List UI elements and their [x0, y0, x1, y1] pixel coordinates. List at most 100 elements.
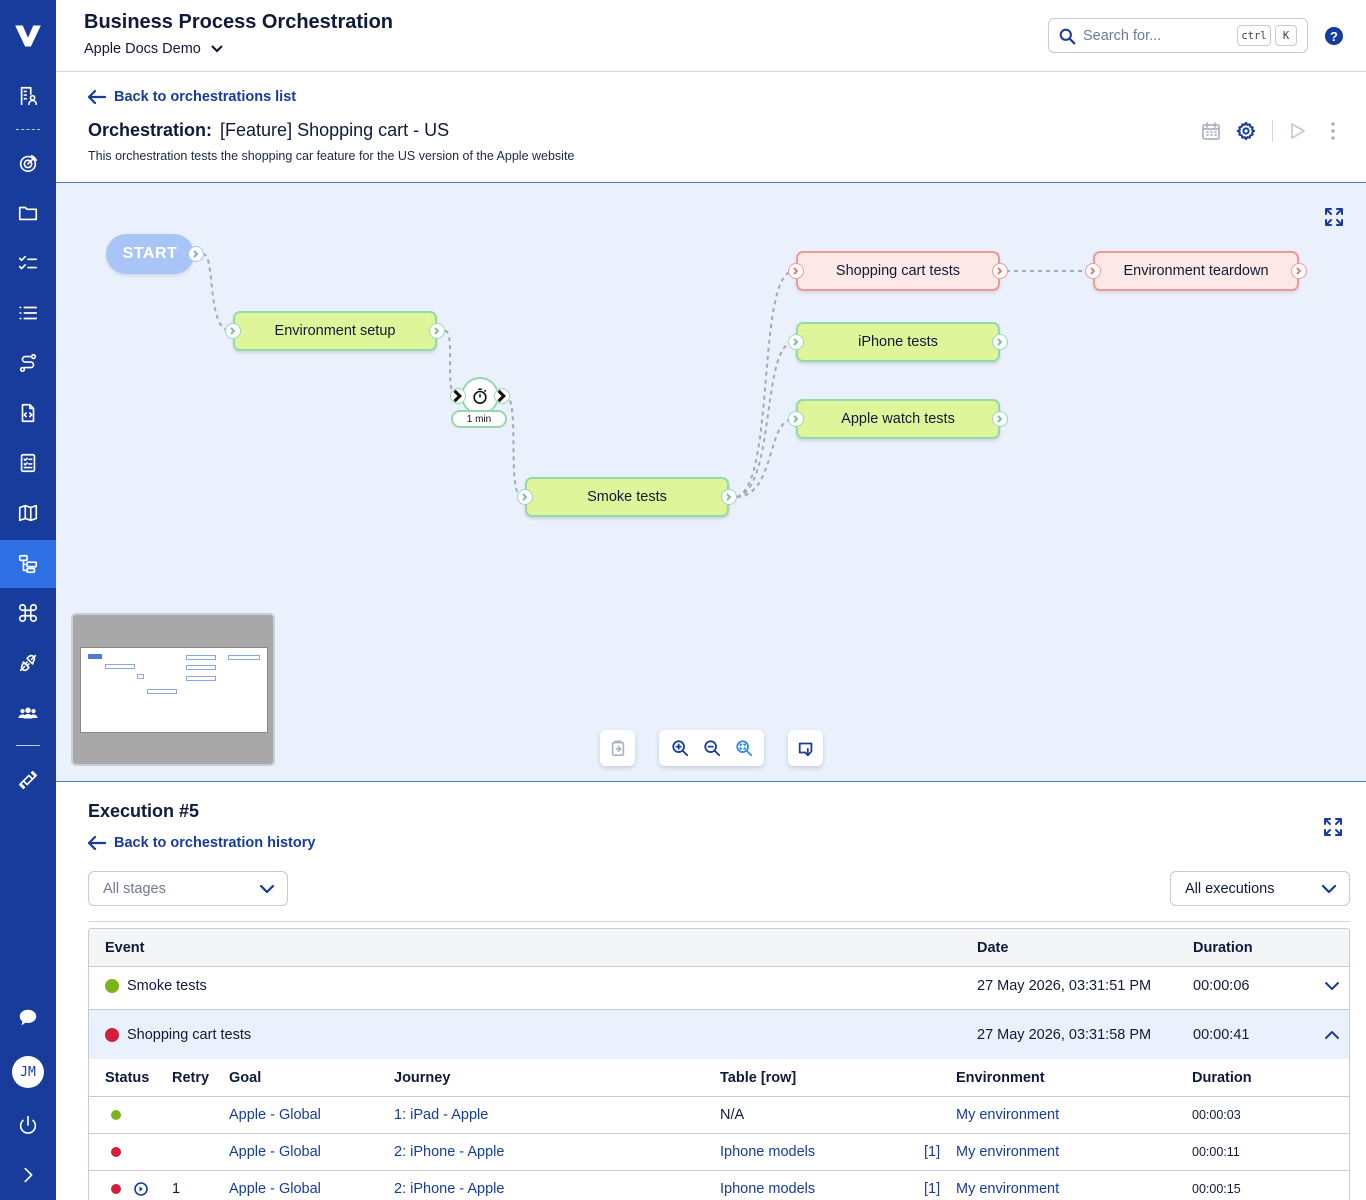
flow-node-label: Smoke tests — [587, 489, 667, 505]
table-row-expanded[interactable]: Shopping cart tests 27 May 2026, 03:31:5… — [89, 1010, 1349, 1059]
orchestration-icon[interactable] — [0, 540, 56, 588]
flow-node-smoke-tests[interactable]: Smoke tests — [517, 477, 737, 517]
arrow-left-icon — [88, 90, 106, 104]
table-row[interactable]: 1 Apple - Global 2: iPhone - Apple Iphon… — [89, 1171, 1349, 1200]
run-goal-link[interactable]: Apple - Global — [229, 1144, 321, 1160]
column-header-goal: Goal — [229, 1070, 262, 1086]
table-row[interactable]: Apple - Global 2: iPhone - Apple Iphone … — [89, 1134, 1349, 1171]
node-output-port[interactable] — [188, 246, 204, 262]
search-input[interactable]: Search for... — [1083, 28, 1161, 44]
zoom-controls — [659, 730, 764, 766]
flow-node-environment-teardown[interactable]: Environment teardown — [1085, 251, 1307, 291]
run-journey-link[interactable]: 1: iPad - Apple — [394, 1107, 488, 1123]
zoom-out-icon[interactable] — [703, 739, 721, 757]
layout-button[interactable] — [788, 730, 823, 766]
run-environment-link[interactable]: My environment — [956, 1144, 1059, 1160]
flow-node-environment-setup[interactable]: Environment setup — [225, 311, 445, 351]
node-input-port[interactable] — [1085, 263, 1101, 279]
fullscreen-canvas-icon[interactable] — [1324, 207, 1344, 227]
executions-select-value: All executions — [1185, 880, 1275, 897]
team-icon[interactable] — [0, 691, 56, 735]
node-input-port[interactable] — [225, 323, 241, 339]
executions-select[interactable]: All executions — [1170, 871, 1350, 906]
run-journey-link[interactable]: 2: iPhone - Apple — [394, 1181, 504, 1197]
play-icon[interactable] — [1287, 121, 1307, 141]
logo-icon[interactable] — [0, 14, 56, 58]
flow-node-label: Apple watch tests — [841, 411, 955, 427]
table-row[interactable]: Apple - Global 1: iPad - Apple N/A My en… — [89, 1097, 1349, 1134]
run-table-row[interactable]: [1] — [924, 1144, 940, 1160]
fullscreen-execution-icon[interactable] — [1323, 817, 1343, 837]
search-box[interactable]: Search for... ctrl K — [1048, 18, 1308, 53]
flow-node-iphone-tests[interactable]: iPhone tests — [788, 322, 1008, 362]
clipboard-icon — [611, 740, 624, 757]
flow-node-shopping-cart-tests[interactable]: Shopping cart tests — [788, 251, 1008, 291]
chevron-down-icon[interactable] — [1324, 980, 1340, 992]
clipboard-button[interactable] — [600, 730, 635, 766]
map-icon[interactable] — [0, 491, 56, 535]
calendar-icon[interactable] — [1201, 121, 1221, 141]
expand-icon[interactable] — [0, 1153, 56, 1197]
list-icon[interactable] — [0, 291, 56, 335]
target-icon[interactable] — [0, 141, 56, 185]
node-input-port[interactable] — [788, 334, 804, 350]
node-output-port[interactable] — [992, 263, 1008, 279]
column-header-event[interactable]: Event — [105, 940, 145, 956]
flow-canvas[interactable]: START Environment setup 1 min Smoke test… — [56, 182, 1366, 782]
chevron-up-icon[interactable] — [1324, 1029, 1340, 1041]
stages-select[interactable]: All stages — [88, 871, 288, 906]
checklist-icon[interactable] — [0, 241, 56, 285]
run-table-link[interactable]: Iphone models — [720, 1144, 815, 1160]
run-table-row[interactable]: [1] — [924, 1181, 940, 1197]
run-table-link[interactable]: Iphone models — [720, 1181, 815, 1197]
code-file-icon[interactable] — [0, 391, 56, 435]
help-icon[interactable]: ? — [1325, 27, 1343, 45]
project-selector[interactable]: Apple Docs Demo — [84, 41, 225, 57]
node-output-port[interactable] — [992, 334, 1008, 350]
node-input-port[interactable] — [450, 388, 466, 404]
building-user-icon[interactable] — [0, 74, 56, 118]
node-output-port[interactable] — [494, 388, 510, 404]
route-icon[interactable] — [0, 341, 56, 385]
back-to-orchestrations-link[interactable]: Back to orchestrations list — [88, 89, 296, 105]
node-input-port[interactable] — [788, 411, 804, 427]
folder-icon[interactable] — [0, 191, 56, 235]
column-header-date[interactable]: Date — [977, 940, 1008, 956]
plug-icon[interactable] — [0, 641, 56, 685]
canvas-minimap[interactable] — [71, 613, 275, 766]
table-row[interactable]: Smoke tests 27 May 2026, 03:31:51 PM 00:… — [89, 967, 1349, 1010]
run-goal-link[interactable]: Apple - Global — [229, 1181, 321, 1197]
command-icon[interactable] — [0, 591, 56, 635]
node-output-port[interactable] — [429, 323, 445, 339]
event-name: Shopping cart tests — [127, 1027, 252, 1043]
run-table: N/A — [720, 1107, 745, 1123]
flow-start-node[interactable]: START — [106, 234, 204, 274]
test-case-icon[interactable] — [0, 441, 56, 485]
zoom-in-icon[interactable] — [671, 739, 689, 757]
run-environment-link[interactable]: My environment — [956, 1181, 1059, 1197]
run-journey-link[interactable]: 2: iPhone - Apple — [394, 1144, 504, 1160]
status-dot-passed — [105, 979, 119, 993]
event-date: 27 May 2026, 03:31:58 PM — [977, 1027, 1152, 1043]
back-to-history-link[interactable]: Back to orchestration history — [88, 835, 315, 851]
node-input-port[interactable] — [517, 489, 533, 505]
power-icon[interactable] — [0, 1103, 56, 1147]
gear-icon[interactable] — [1236, 121, 1256, 141]
node-input-port[interactable] — [788, 263, 804, 279]
avatar[interactable]: JM — [12, 1056, 44, 1088]
flow-node-apple-watch-tests[interactable]: Apple watch tests — [788, 399, 1008, 439]
satellite-icon[interactable] — [0, 758, 56, 802]
minimap-viewport[interactable] — [80, 647, 268, 733]
chat-icon[interactable] — [0, 996, 56, 1040]
zoom-fit-icon[interactable] — [735, 739, 753, 757]
more-options-icon[interactable] — [1323, 121, 1343, 141]
status-dot-passed — [111, 1110, 121, 1120]
node-output-port[interactable] — [992, 411, 1008, 427]
run-environment-link[interactable]: My environment — [956, 1107, 1059, 1123]
run-goal-link[interactable]: Apple - Global — [229, 1107, 321, 1123]
node-output-port[interactable] — [1291, 263, 1307, 279]
node-output-port[interactable] — [721, 489, 737, 505]
run-duration: 00:00:03 — [1192, 1108, 1241, 1122]
run-duration: 00:00:15 — [1192, 1182, 1241, 1196]
column-header-duration[interactable]: Duration — [1193, 940, 1253, 956]
